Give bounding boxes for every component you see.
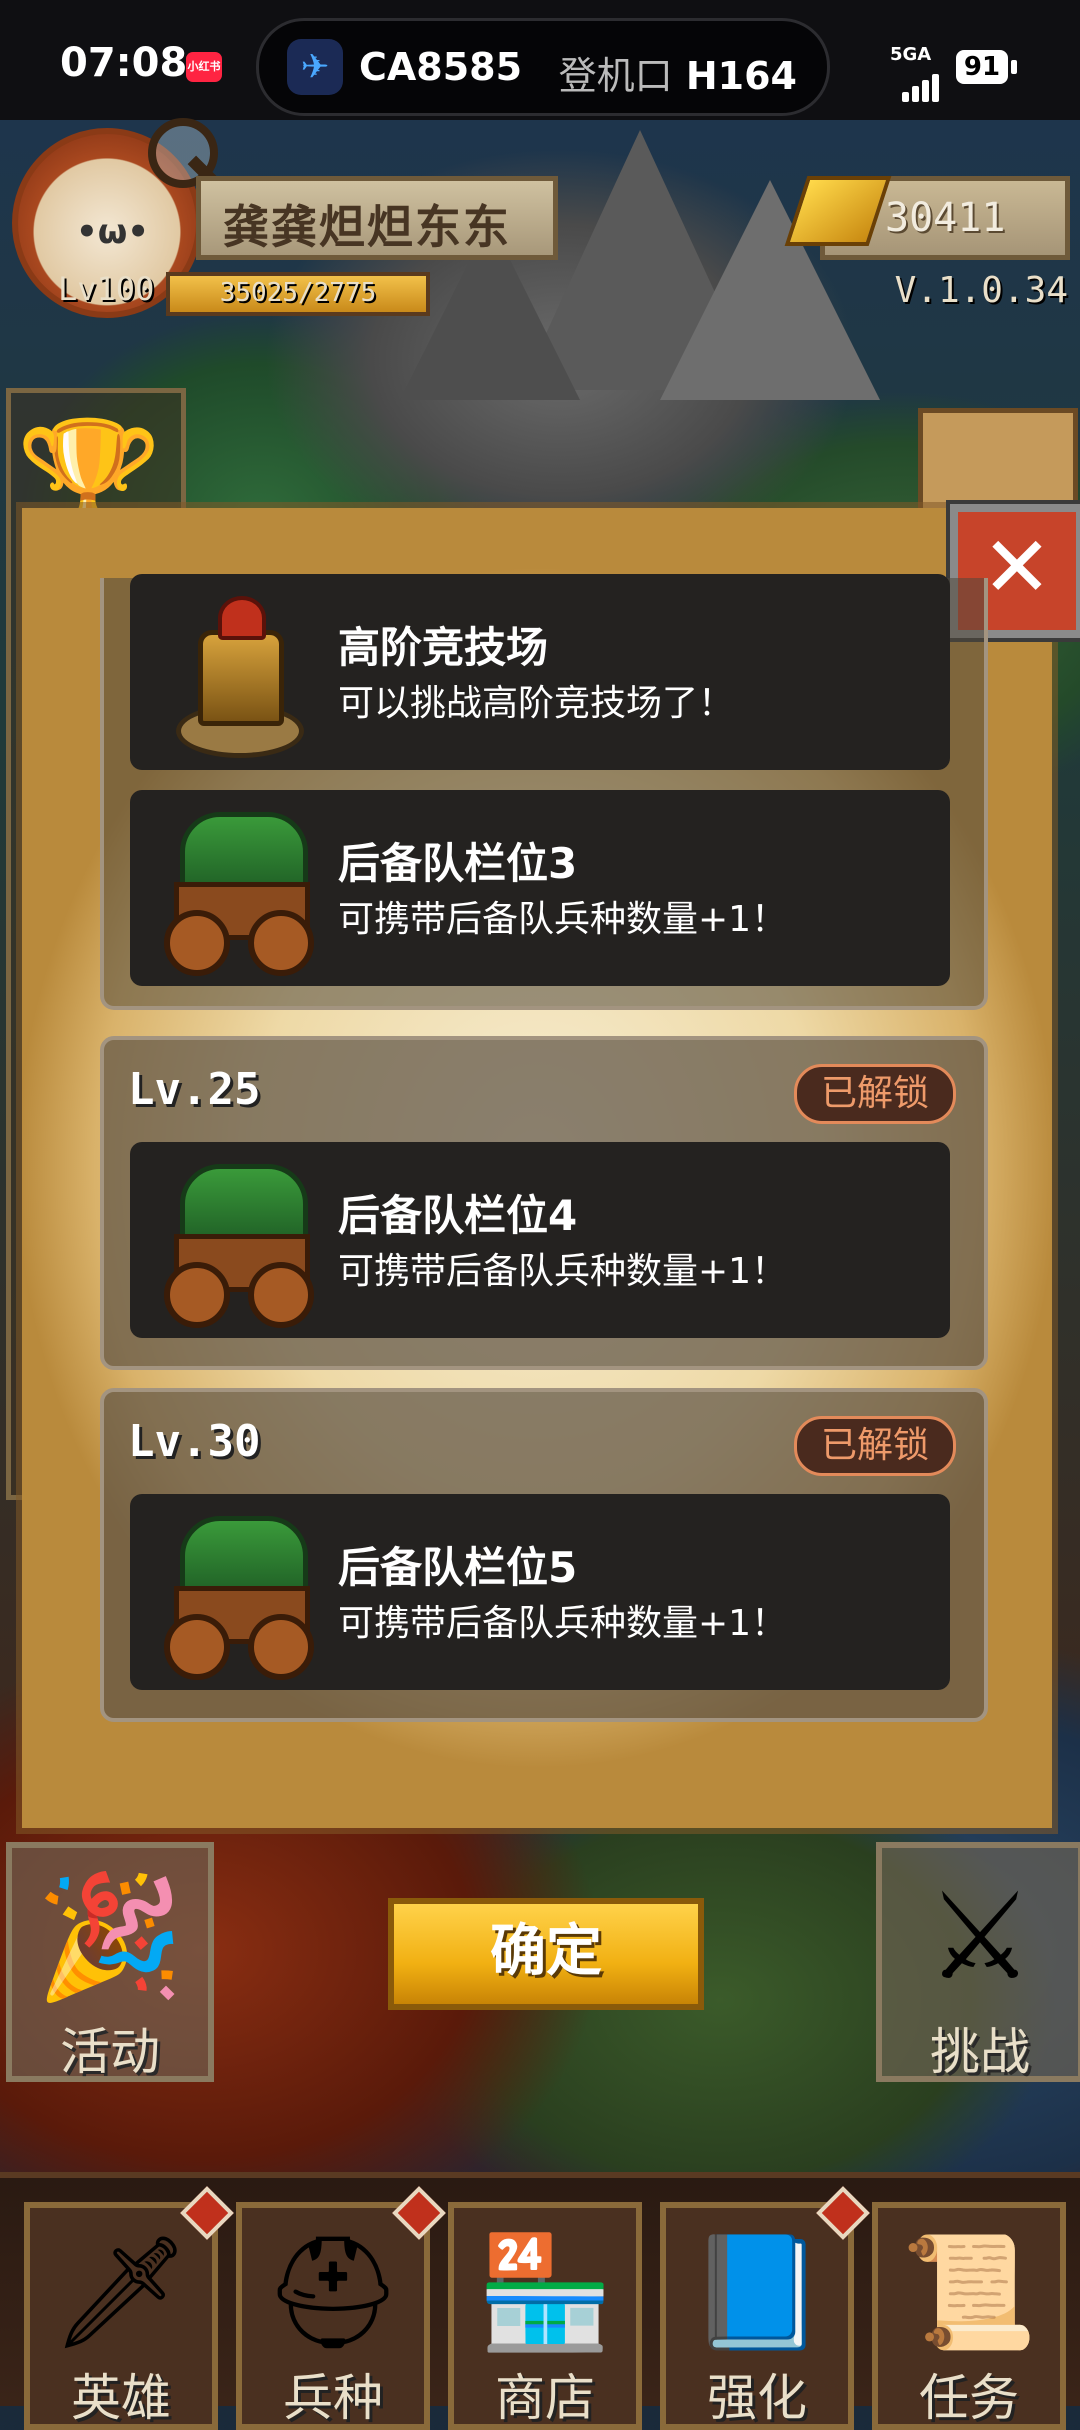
challenge-button[interactable]: ⚔ 挑战 [876,1842,1080,2082]
group-level-label: Lv.30 [128,1416,261,1467]
status-time: 07:08 [60,40,188,86]
player-name-plate: 龚龚炟炟东东 [196,176,558,260]
reward-desc: 可携带后备队兵种数量+1！ [338,899,788,940]
unlocked-badge: 已解锁 [794,1416,956,1476]
nav-label: 商店 [495,2369,595,2427]
nav-label: 任务 [919,2369,1019,2427]
battery-tip [1011,60,1017,74]
flight-live-activity[interactable]: ✈ CA8585 登机口 H164 [256,18,830,116]
version-label: V.1.0.34 [894,270,1068,311]
reward-title: 后备队栏位3 [338,839,578,888]
book-icon: 📘 [688,2228,826,2356]
nav-item-quests[interactable]: 📜 任务 [872,2202,1066,2430]
event-label: 活动 [60,2023,160,2081]
bottom-nav: 🗡 英雄 ⛑ 兵种 🏪 商店 📘 强化 📜 任务 [0,2172,1080,2430]
xp-text: 35025/2775 [219,278,377,308]
player-level: Lv100 [58,270,155,308]
avatar-face: •ω• [76,212,150,252]
xiaohongshu-app-icon: 小红书 [186,52,222,82]
reward-item: 后备队栏位4 可携带后备队兵种数量+1！ [130,1142,950,1338]
reward-title: 后备队栏位5 [338,1543,578,1592]
nav-item-shop[interactable]: 🏪 商店 [448,2202,642,2430]
airplane-icon: ✈ [287,39,343,95]
shop-icon: 🏪 [476,2228,614,2356]
reward-desc: 可携带后备队兵种数量+1！ [338,1251,788,1292]
wagon-icon [154,802,314,976]
nav-label: 英雄 [71,2369,171,2427]
reward-title: 高阶竞技场 [338,623,549,672]
status-bar: 07:08 小红书 ✈ CA8585 登机口 H164 5GA 91 [0,0,1080,120]
close-icon: ✕ [981,518,1053,616]
nav-item-heroes[interactable]: 🗡 英雄 [24,2186,234,2430]
battery-icon: 91 [956,50,1008,84]
scroll-icon: 📜 [900,2228,1038,2356]
signal-bars-icon [902,62,948,102]
xp-bar: 35025/2775 [166,272,430,316]
reward-desc: 可携带后备队兵种数量+1！ [338,1603,788,1644]
confirm-button[interactable]: 确定 [388,1898,704,2010]
crossed-swords-icon: ⚔ [926,1868,1034,2007]
wagon-icon [154,1506,314,1680]
reward-item: 后备队栏位3 可携带后备队兵种数量+1！ [130,790,950,986]
nav-label: 兵种 [283,2369,383,2427]
nav-item-upgrade[interactable]: 📘 强化 [660,2186,870,2430]
wagon-icon [154,1154,314,1328]
sword-icon: 🗡 [51,2228,191,2356]
challenge-label: 挑战 [930,2023,1030,2081]
event-button[interactable]: 🎉 活动 [6,1842,214,2082]
flight-number: CA8585 [359,45,523,89]
unlocked-badge: 已解锁 [794,1064,956,1124]
gate-label: 登机口 [558,54,673,98]
nav-item-troops[interactable]: ⛑ 兵种 [236,2186,446,2430]
helmet-icon: ⛑ [263,2228,403,2356]
reward-title: 后备队栏位4 [338,1191,578,1240]
reward-desc: 可以挑战高阶竞技场了！ [338,683,735,724]
gold-value: 30411 [885,195,1006,241]
player-name: 龚龚炟炟东东 [223,200,511,254]
reward-item: 高阶竞技场 可以挑战高阶竞技场了！ [130,574,950,770]
reward-item: 后备队栏位5 可携带后备队兵种数量+1！ [130,1494,950,1690]
knight-statue-icon [154,586,314,758]
gate-info: 登机口 H164 [559,45,797,100]
group-level-label: Lv.25 [128,1064,261,1115]
party-horn-icon: 🎉 [35,1868,185,2007]
gate-value: H164 [685,54,797,98]
nav-label: 强化 [707,2369,807,2427]
